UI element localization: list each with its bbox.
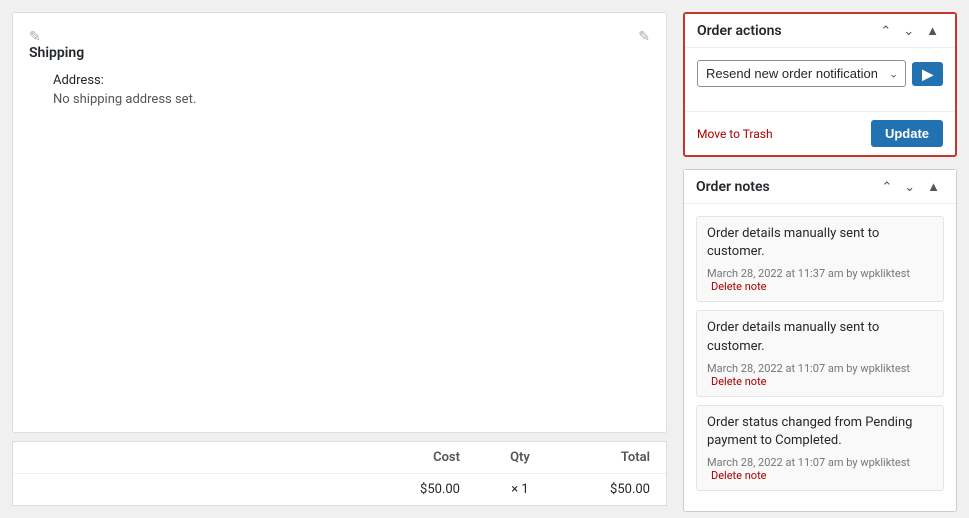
action-select-wrapper[interactable]: Resend new order notification Regenerate… <box>697 60 906 87</box>
address-label: Address: <box>53 73 650 88</box>
order-notes-title: Order notes <box>696 179 770 195</box>
cell-cost: $50.00 <box>390 482 460 497</box>
delete-note-link[interactable]: Delete note <box>711 280 767 293</box>
note-timestamp: March 28, 2022 at 11:37 am <box>707 267 844 280</box>
order-notes-header: Order notes ⌃ ⌄ ▲ <box>684 170 956 204</box>
note-timestamp: March 28, 2022 at 11:07 am <box>707 362 844 375</box>
note-meta: March 28, 2022 at 11:07 am by wpkliktest… <box>707 456 933 482</box>
update-button[interactable]: Update <box>871 120 943 147</box>
notes-panel-controls: ⌃ ⌄ ▲ <box>877 178 944 195</box>
move-to-trash-link[interactable]: Move to Trash <box>697 127 773 141</box>
run-action-button[interactable]: ▶ <box>912 62 943 86</box>
note-meta: March 28, 2022 at 11:37 am by wpkliktest… <box>707 267 933 293</box>
delete-note-link[interactable]: Delete note <box>711 375 767 388</box>
table-row: $50.00 × 1 $50.00 <box>13 474 666 505</box>
order-table: Cost Qty Total $50.00 × 1 $50.00 <box>12 441 667 506</box>
note-author: by wpkliktest <box>846 362 910 375</box>
order-notes-body: Order details manually sent to customer.… <box>684 204 956 511</box>
note-item: Order details manually sent to customer.… <box>696 216 944 302</box>
col-header-qty: Qty <box>500 450 540 465</box>
minimize-btn[interactable]: ▲ <box>922 22 943 39</box>
order-actions-body: Resend new order notification Regenerate… <box>685 48 955 111</box>
notes-list: Order details manually sent to customer.… <box>696 216 944 499</box>
order-actions-title: Order actions <box>697 23 782 39</box>
notes-collapse-down-btn[interactable]: ⌄ <box>900 178 919 195</box>
sidebar: Order actions ⌃ ⌄ ▲ Resend new order not… <box>679 0 969 518</box>
note-item: Order details manually sent to customer.… <box>696 310 944 396</box>
collapse-up-btn[interactable]: ⌃ <box>876 22 895 39</box>
col-header-total: Total <box>580 450 650 465</box>
note-text: Order status changed from Pending paymen… <box>707 414 933 450</box>
note-author: by wpkliktest <box>846 456 910 469</box>
note-item: Order status changed from Pending paymen… <box>696 405 944 491</box>
notes-collapse-up-btn[interactable]: ⌃ <box>877 178 896 195</box>
cell-total: $50.00 <box>580 482 650 497</box>
note-timestamp: March 28, 2022 at 11:07 am <box>707 456 844 469</box>
order-notes-panel: Order notes ⌃ ⌄ ▲ Order details manually… <box>683 169 957 512</box>
edit-icon-left[interactable]: ✎ <box>29 29 41 45</box>
action-dropdown-row: Resend new order notification Regenerate… <box>697 60 943 87</box>
edit-icon-right[interactable]: ✎ <box>638 29 650 45</box>
note-author: by wpkliktest <box>846 267 910 280</box>
note-text: Order details manually sent to customer. <box>707 319 933 355</box>
action-select[interactable]: Resend new order notification Regenerate… <box>697 60 906 87</box>
collapse-down-btn[interactable]: ⌄ <box>899 22 918 39</box>
order-actions-header: Order actions ⌃ ⌄ ▲ <box>685 14 955 48</box>
panel-controls: ⌃ ⌄ ▲ <box>876 22 943 39</box>
order-actions-footer: Move to Trash Update <box>685 111 955 155</box>
address-value: No shipping address set. <box>53 92 650 107</box>
cell-qty: × 1 <box>500 482 540 497</box>
notes-minimize-btn[interactable]: ▲ <box>923 178 944 195</box>
delete-note-link[interactable]: Delete note <box>711 469 767 482</box>
note-meta: March 28, 2022 at 11:07 am by wpkliktest… <box>707 362 933 388</box>
order-actions-panel: Order actions ⌃ ⌄ ▲ Resend new order not… <box>683 12 957 157</box>
table-header: Cost Qty Total <box>13 442 666 474</box>
note-text: Order details manually sent to customer. <box>707 225 933 261</box>
col-header-cost: Cost <box>390 450 460 465</box>
shipping-panel: ✎ Shipping ✎ Address: No shipping addres… <box>12 12 667 433</box>
shipping-title: Shipping <box>29 45 84 61</box>
